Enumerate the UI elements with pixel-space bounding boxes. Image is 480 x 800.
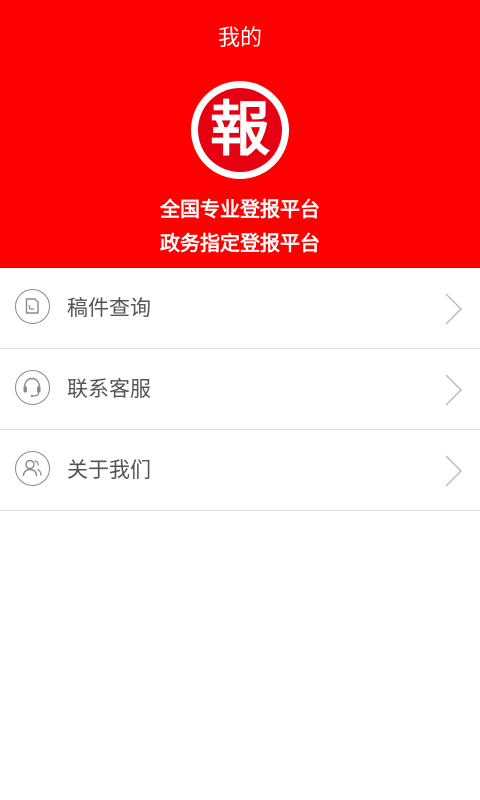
logo-char: 報 — [210, 95, 270, 165]
menu-label: 稿件查询 — [67, 296, 151, 320]
headset-icon — [15, 370, 50, 405]
chevron-right-icon — [445, 293, 463, 325]
chevron-right-icon — [445, 455, 463, 487]
page-title: 我的 — [217, 26, 262, 51]
newspaper-logo: 報 — [191, 81, 289, 179]
slogan-line-2: 政务指定登报平台 — [160, 231, 320, 255]
slogan-line-1: 全国专业登报平台 — [160, 197, 320, 221]
menu-label: 联系客服 — [67, 377, 151, 401]
menu-label: 关于我们 — [67, 458, 151, 482]
menu-item-customer-service[interactable]: 联系客服 — [0, 349, 480, 430]
menu-item-about-us[interactable]: 关于我们 — [0, 430, 480, 511]
users-icon — [15, 451, 50, 486]
document-icon — [15, 289, 50, 324]
logo-badge: 報 — [198, 88, 282, 172]
chevron-right-icon — [445, 374, 463, 406]
menu-item-manuscript-query[interactable]: 稿件查询 — [0, 268, 480, 349]
profile-header: 我的 報 全国专业登报平台 政务指定登报平台 — [0, 0, 480, 268]
profile-menu: 稿件查询 联系客服 关于我们 — [0, 268, 480, 511]
